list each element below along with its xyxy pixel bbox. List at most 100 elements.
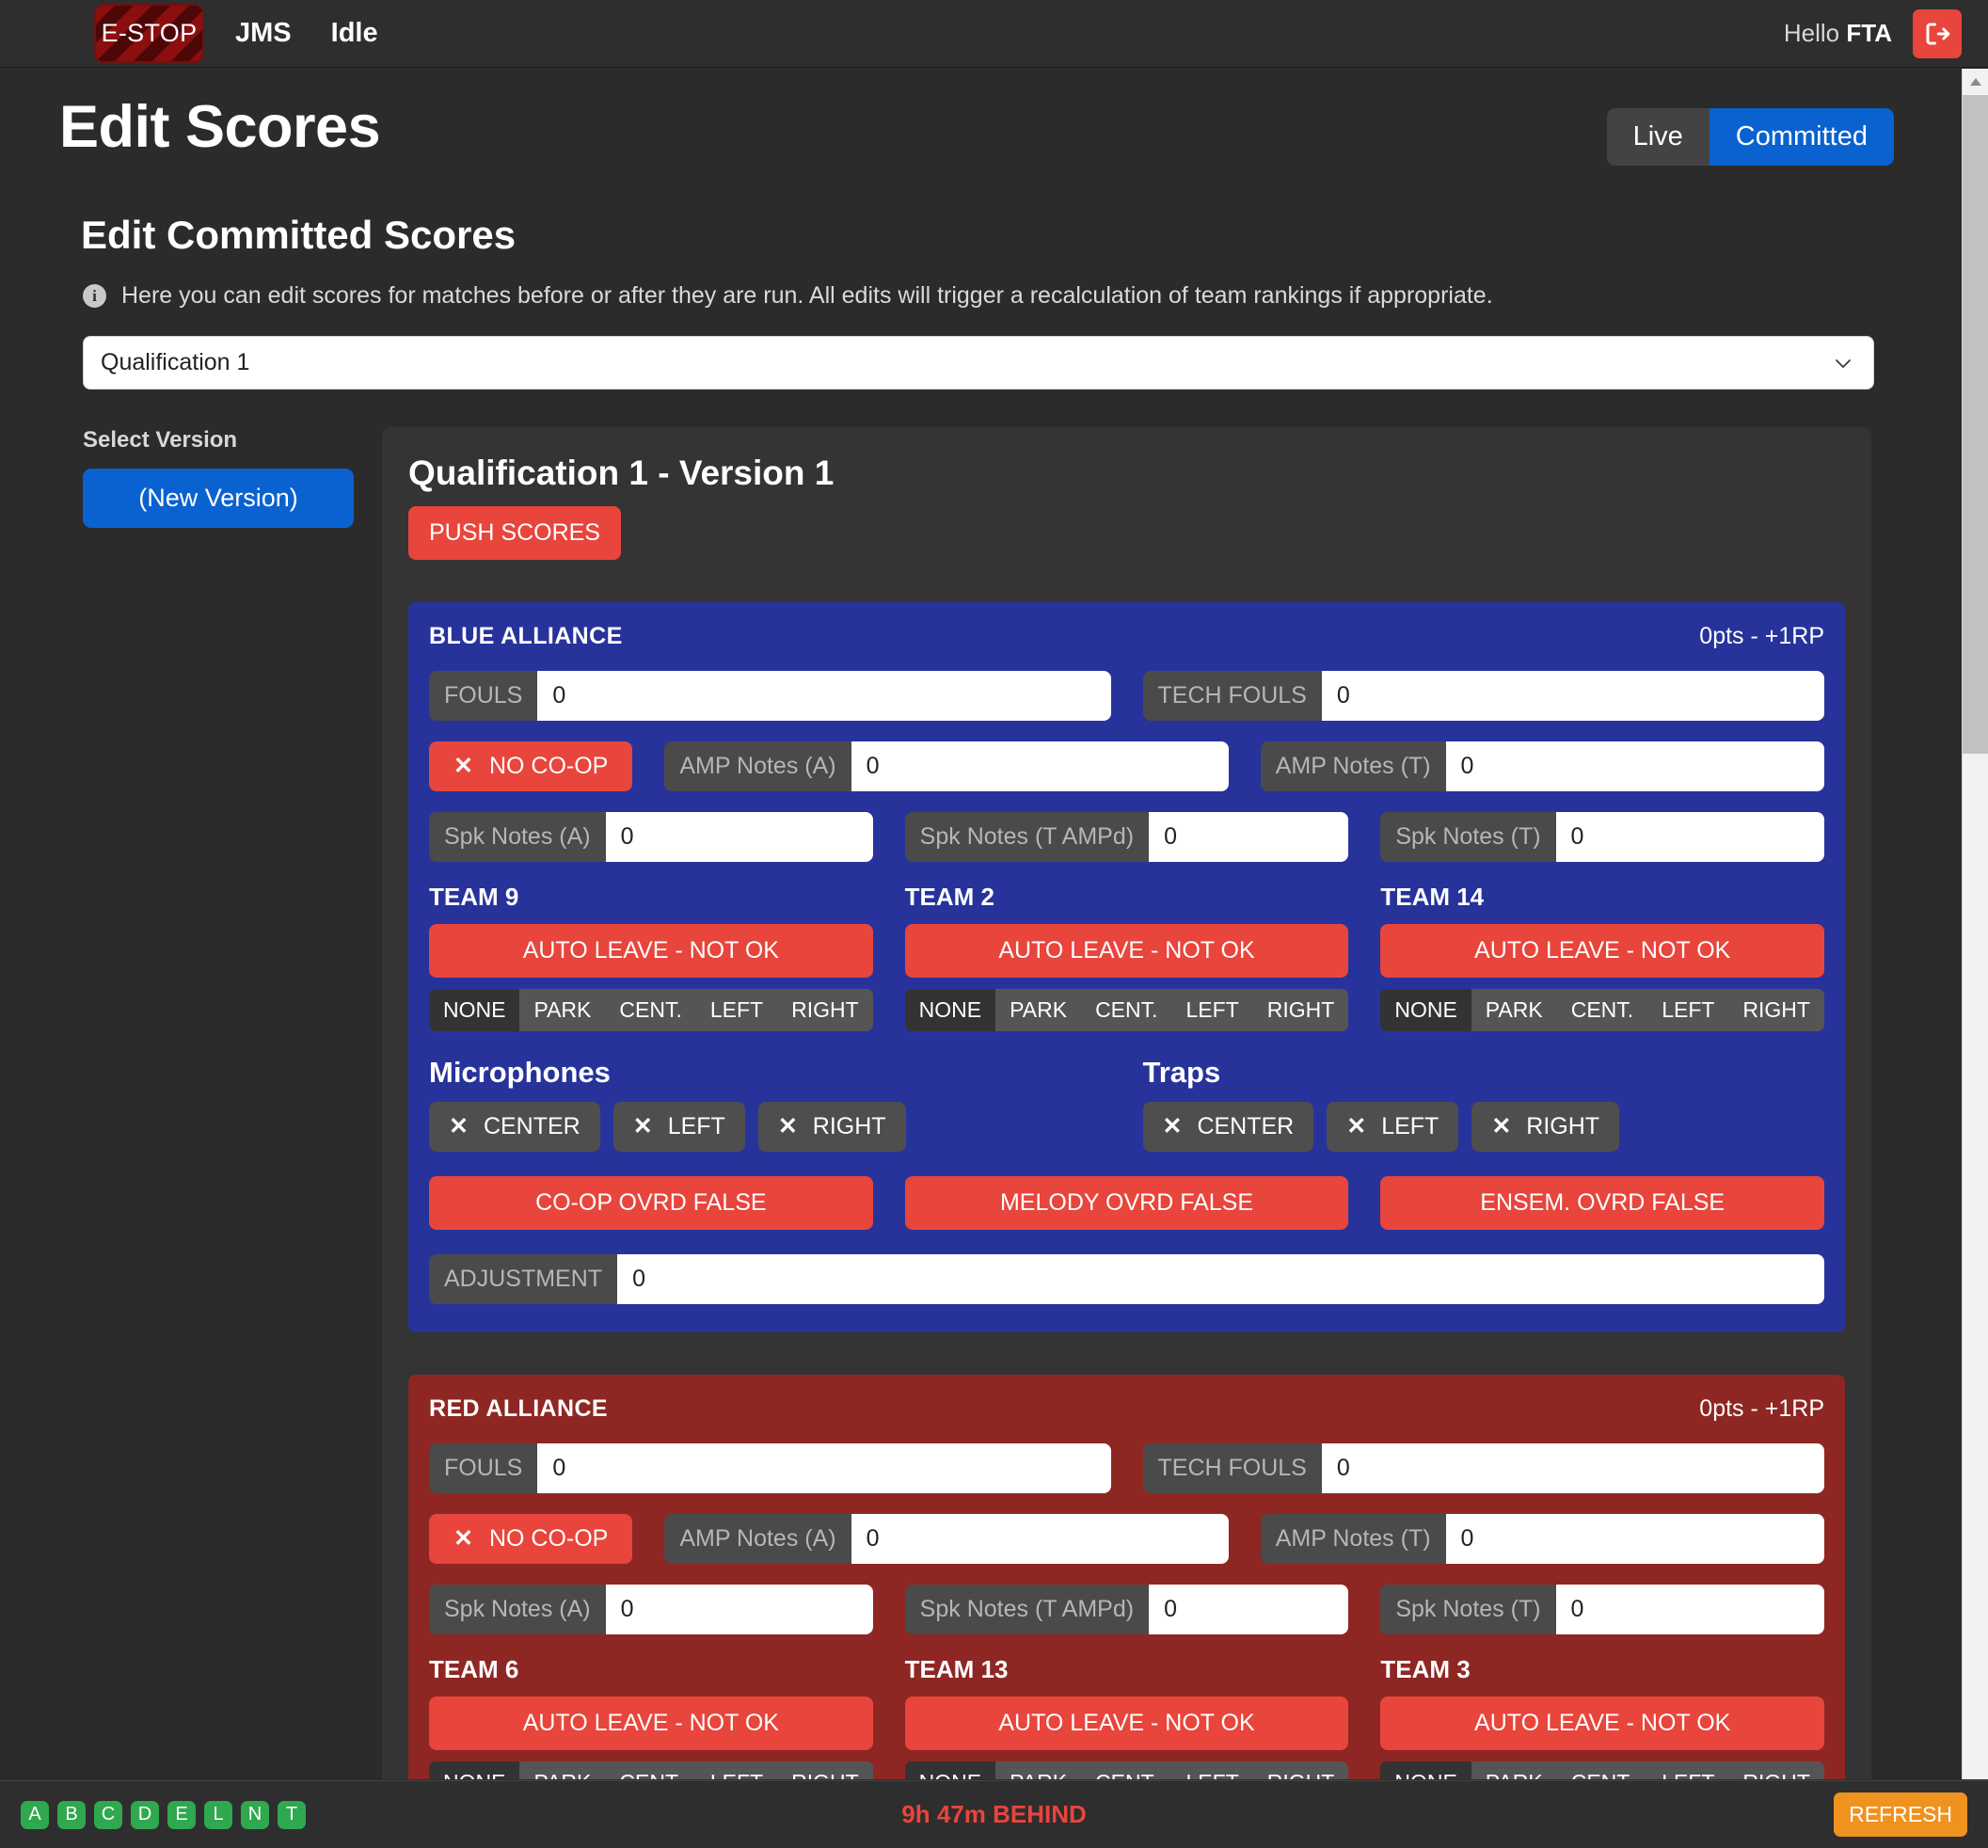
station-badge[interactable]: B [57, 1800, 86, 1829]
auto-leave-button[interactable]: AUTO LEAVE - NOT OK [1380, 924, 1825, 978]
endgame-park[interactable]: PARK [995, 1761, 1082, 1779]
trap-left-button-blue[interactable]: ✕ LEFT [1327, 1102, 1459, 1152]
spk-notes-t-ampd-input-blue[interactable] [1149, 812, 1349, 862]
endgame-park[interactable]: PARK [1471, 989, 1557, 1031]
traps-title-blue: Traps [1142, 1056, 1221, 1089]
tech-fouls-label-blue: TECH FOULS [1142, 671, 1322, 721]
logout-icon [1926, 23, 1950, 44]
mic-center-button-blue[interactable]: ✕ CENTER [429, 1102, 600, 1152]
spk-row-blue: Spk Notes (A) Spk Notes (T AMPd) Spk Not… [429, 812, 1825, 862]
bottom-status-bar: A B C D E L N T 9h 47m BEHIND REFRESH [0, 1780, 1988, 1848]
endgame-right[interactable]: RIGHT [1728, 1761, 1824, 1779]
endgame-cent[interactable]: CENT. [1556, 1761, 1648, 1779]
spk-notes-a-input-blue[interactable] [605, 812, 873, 862]
logout-button[interactable] [1913, 8, 1962, 58]
trap-center-button-blue[interactable]: ✕ CENTER [1142, 1102, 1314, 1152]
team-column: TEAM 14 AUTO LEAVE - NOT OK NONE PARK CE… [1380, 883, 1825, 1031]
station-badge[interactable]: D [131, 1800, 159, 1829]
tab-live[interactable]: Live [1606, 108, 1710, 166]
auto-leave-button[interactable]: AUTO LEAVE - NOT OK [429, 1697, 873, 1750]
tech-fouls-input-red[interactable] [1321, 1443, 1824, 1493]
station-badge[interactable]: A [21, 1800, 49, 1829]
x-icon: ✕ [1491, 1113, 1512, 1139]
amp-notes-t-input-blue[interactable] [1445, 741, 1825, 791]
endgame-cent[interactable]: CENT. [605, 989, 696, 1031]
fouls-input-red[interactable] [537, 1443, 1111, 1493]
spk-notes-t-ampd-label-red: Spk Notes (T AMPd) [904, 1585, 1150, 1634]
endgame-none[interactable]: NONE [904, 989, 996, 1031]
station-badge[interactable]: E [167, 1800, 196, 1829]
page-scrollbar[interactable] [1962, 69, 1988, 1779]
mic-left-button-blue[interactable]: ✕ LEFT [612, 1102, 745, 1152]
tech-fouls-input-blue[interactable] [1321, 671, 1824, 721]
endgame-park[interactable]: PARK [995, 989, 1082, 1031]
amp-notes-t-input-red[interactable] [1445, 1514, 1825, 1564]
alliance-name-red: RED ALLIANCE [429, 1395, 608, 1422]
station-badge[interactable]: N [241, 1800, 269, 1829]
station-badge[interactable]: T [278, 1800, 306, 1829]
auto-leave-button[interactable]: AUTO LEAVE - NOT OK [904, 1697, 1349, 1750]
endgame-park[interactable]: PARK [519, 989, 606, 1031]
endgame-left[interactable]: LEFT [1647, 1761, 1729, 1779]
spk-notes-a-input-red[interactable] [605, 1585, 873, 1634]
amp-notes-a-input-blue[interactable] [851, 741, 1229, 791]
tab-committed[interactable]: Committed [1709, 108, 1894, 166]
no-coop-button-blue[interactable]: ✕ NO CO-OP [429, 741, 633, 791]
station-badge[interactable]: C [94, 1800, 122, 1829]
endgame-none[interactable]: NONE [429, 1761, 520, 1779]
version-item-new[interactable]: (New Version) [83, 469, 354, 528]
endgame-cent[interactable]: CENT. [605, 1761, 696, 1779]
alliance-name-blue: BLUE ALLIANCE [429, 623, 623, 649]
adjustment-row-blue: ADJUSTMENT [429, 1254, 1824, 1304]
endgame-cent[interactable]: CENT. [1081, 989, 1172, 1031]
endgame-park[interactable]: PARK [519, 1761, 606, 1779]
coop-override-button-blue[interactable]: CO-OP OVRD FALSE [429, 1176, 873, 1230]
endgame-park[interactable]: PARK [1471, 1761, 1557, 1779]
amp-notes-a-input-red[interactable] [851, 1514, 1229, 1564]
spk-notes-t-ampd-input-red[interactable] [1149, 1585, 1349, 1634]
scrollbar-thumb[interactable] [1963, 95, 1988, 754]
endgame-right[interactable]: RIGHT [777, 1761, 873, 1779]
adjustment-input-blue[interactable] [617, 1254, 1824, 1304]
endgame-none[interactable]: NONE [904, 1761, 996, 1779]
endgame-group: NONE PARK CENT. LEFT RIGHT [429, 1761, 873, 1779]
x-icon: ✕ [453, 1525, 473, 1552]
no-coop-button-red[interactable]: ✕ NO CO-OP [429, 1514, 633, 1564]
endgame-left[interactable]: LEFT [1647, 989, 1729, 1031]
endgame-left[interactable]: LEFT [695, 989, 778, 1031]
trap-right-button-blue[interactable]: ✕ RIGHT [1471, 1102, 1620, 1152]
fouls-input-blue[interactable] [537, 671, 1111, 721]
endgame-none[interactable]: NONE [429, 989, 520, 1031]
station-badge[interactable]: L [204, 1800, 232, 1829]
endgame-right[interactable]: RIGHT [1252, 1761, 1349, 1779]
navbar-right: Hello FTA [1784, 8, 1962, 58]
push-scores-button[interactable]: PUSH SCORES [408, 506, 621, 560]
amp-notes-a-group-red: AMP Notes (A) [664, 1514, 1229, 1564]
endgame-left[interactable]: LEFT [1171, 989, 1253, 1031]
refresh-button[interactable]: REFRESH [1834, 1792, 1967, 1837]
endgame-right[interactable]: RIGHT [1252, 989, 1349, 1031]
endgame-right[interactable]: RIGHT [777, 989, 873, 1031]
endgame-none[interactable]: NONE [1380, 1761, 1471, 1779]
spk-notes-t-input-red[interactable] [1555, 1585, 1825, 1634]
mic-right-button-blue[interactable]: ✕ RIGHT [757, 1102, 906, 1152]
spk-notes-t-input-blue[interactable] [1555, 812, 1825, 862]
endgame-cent[interactable]: CENT. [1081, 1761, 1172, 1779]
team-name: TEAM 9 [429, 883, 519, 911]
melody-override-button-blue[interactable]: MELODY OVRD FALSE [904, 1176, 1349, 1230]
auto-leave-button[interactable]: AUTO LEAVE - NOT OK [904, 924, 1349, 978]
endgame-right[interactable]: RIGHT [1728, 989, 1824, 1031]
trap-left-label: LEFT [1381, 1113, 1439, 1139]
endgame-left[interactable]: LEFT [695, 1761, 778, 1779]
ensemble-override-button-blue[interactable]: ENSEM. OVRD FALSE [1380, 1176, 1825, 1230]
endgame-left[interactable]: LEFT [1171, 1761, 1253, 1779]
scroll-up-arrow-icon[interactable] [1963, 69, 1988, 95]
estop-button[interactable]: E-STOP [94, 4, 204, 63]
auto-leave-button[interactable]: AUTO LEAVE - NOT OK [1380, 1697, 1825, 1750]
auto-leave-button[interactable]: AUTO LEAVE - NOT OK [429, 924, 873, 978]
amp-notes-t-label-red: AMP Notes (T) [1260, 1514, 1446, 1564]
amp-row-blue: ✕ NO CO-OP AMP Notes (A) AMP Notes (T) [429, 741, 1825, 791]
match-select[interactable]: Qualification 1 [83, 336, 1874, 390]
endgame-cent[interactable]: CENT. [1556, 989, 1648, 1031]
endgame-none[interactable]: NONE [1380, 989, 1471, 1031]
